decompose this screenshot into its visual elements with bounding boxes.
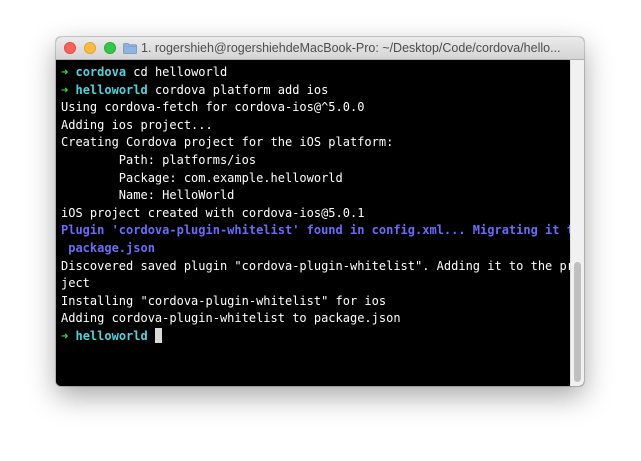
output-line: Discovered saved plugin "cordova-plugin-…: [61, 258, 582, 273]
plugin-migration-line: package.json: [61, 240, 155, 255]
output-line: Installing "cordova-plugin-whitelist" fo…: [61, 293, 387, 308]
command-text: cordova platform add ios: [154, 82, 329, 97]
scrollbar-thumb[interactable]: [574, 262, 581, 382]
window-title-area: 1. rogershieh@rogershiehdeMacBook-Pro: ~…: [123, 37, 578, 59]
prompt-arrow-icon: ➜: [61, 328, 69, 343]
title-bar[interactable]: 1. rogershieh@rogershiehdeMacBook-Pro: ~…: [56, 37, 584, 60]
prompt-directory: helloworld: [75, 82, 148, 97]
zoom-button[interactable]: [104, 42, 116, 54]
prompt-arrow-icon: ➜: [61, 82, 69, 97]
output-line: ject: [61, 276, 90, 291]
terminal-output: ➜ cordova cd helloworld ➜ helloworld cor…: [61, 64, 582, 346]
output-line: Creating Cordova project for the iOS pla…: [61, 135, 394, 150]
prompt-directory: helloworld: [75, 328, 148, 343]
terminal-line: ➜ cordova cd helloworld: [61, 64, 566, 82]
output-line: Package: com.example.helloworld: [61, 170, 343, 185]
terminal-window: 1. rogershieh@rogershiehdeMacBook-Pro: ~…: [56, 37, 584, 386]
output-line: iOS project created with cordova-ios@5.0…: [61, 205, 365, 220]
output-line: Name: HelloWorld: [61, 188, 235, 203]
command-text: cd helloworld: [133, 65, 228, 79]
close-button[interactable]: [64, 42, 76, 54]
plugin-migration-line: Plugin 'cordova-plugin-whitelist' found …: [61, 223, 582, 238]
window-title: 1. rogershieh@rogershiehdeMacBook-Pro: ~…: [141, 41, 561, 55]
output-line: Path: platforms/ios: [61, 152, 257, 167]
output-line: Adding cordova-plugin-whitelist to packa…: [61, 311, 401, 326]
output-line: Using cordova-fetch for cordova-ios@^5.0…: [61, 100, 365, 115]
prompt-arrow-icon: ➜: [61, 65, 69, 79]
terminal-line: ➜ helloworld cordova platform add ios: [61, 82, 566, 100]
minimize-button[interactable]: [84, 42, 96, 54]
terminal-line: ➜ helloworld: [61, 327, 566, 346]
prompt-directory: cordova: [75, 65, 127, 79]
vertical-scrollbar[interactable]: [570, 60, 584, 386]
output-line: Adding ios project...: [61, 117, 213, 132]
text-cursor: [154, 327, 162, 343]
folder-icon: [123, 42, 137, 54]
terminal-content[interactable]: ➜ cordova cd helloworld ➜ helloworld cor…: [56, 60, 584, 386]
